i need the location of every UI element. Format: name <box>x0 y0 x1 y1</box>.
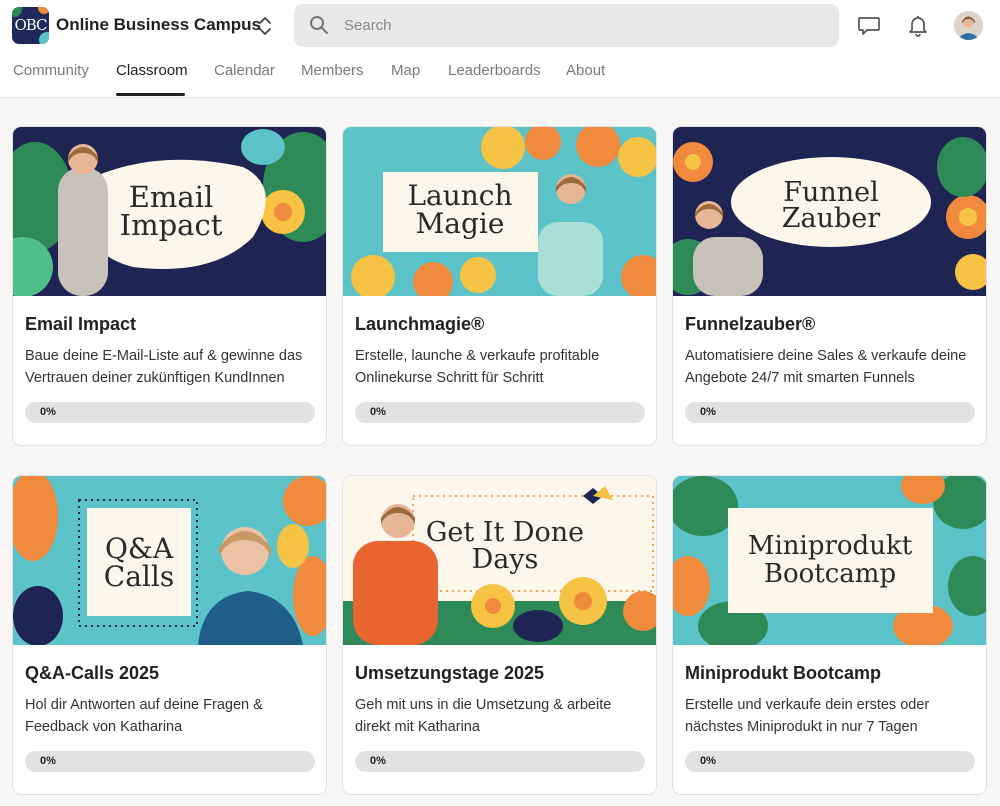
tab-about[interactable]: About <box>566 62 605 79</box>
banner-title-line2: Impact <box>120 208 223 242</box>
course-banner: Funnel Zauber <box>673 127 986 296</box>
bell-icon[interactable] <box>905 12 931 38</box>
banner-title-line1: Miniprodukt <box>748 531 913 561</box>
progress-label: 0% <box>40 406 56 418</box>
community-name[interactable]: Online Business Campus <box>56 15 261 35</box>
progress-label: 0% <box>700 755 716 767</box>
chevron-up-down-icon[interactable] <box>256 14 274 38</box>
search-icon <box>310 16 328 34</box>
tab-members[interactable]: Members <box>301 62 364 79</box>
course-description: Geh mit uns in die Umsetzung & arbeite d… <box>355 697 612 735</box>
avatar[interactable] <box>954 11 983 40</box>
progress-bar: 0% <box>25 751 315 772</box>
tab-map[interactable]: Map <box>391 62 420 79</box>
top-header: OBC Online Business Campus Community Cla… <box>0 0 1000 98</box>
chat-bubble-icon[interactable] <box>856 12 882 38</box>
course-description: Erstelle, launche & verkaufe profitable … <box>355 348 600 386</box>
course-card[interactable]: Q&A Calls Q&A-Calls 2025 Hol dir Antwort… <box>12 475 327 795</box>
tab-community[interactable]: Community <box>13 62 89 79</box>
course-description: Hol dir Antworten auf deine Fragen & Fee… <box>25 697 263 735</box>
progress-bar: 0% <box>25 402 315 423</box>
course-title: Umsetzungstage 2025 <box>355 663 545 683</box>
progress-bar: 0% <box>355 402 645 423</box>
progress-label: 0% <box>370 755 386 767</box>
course-banner: Miniprodukt Bootcamp <box>673 476 986 645</box>
course-title: Launchmagie® <box>355 314 485 334</box>
course-banner: Get It Done Days <box>343 476 656 645</box>
progress-label: 0% <box>40 755 56 767</box>
banner-title-line2: Days <box>472 544 539 575</box>
tab-calendar[interactable]: Calendar <box>214 62 275 79</box>
course-card[interactable]: Funnel Zauber Funnelzauber® Automatisier… <box>672 126 987 446</box>
progress-label: 0% <box>700 406 716 418</box>
course-banner: Email Impact <box>13 127 326 296</box>
course-description: Erstelle und verkaufe dein erstes oder n… <box>685 697 930 735</box>
tab-leaderboards[interactable]: Leaderboards <box>448 62 541 79</box>
course-banner: Launch Magie <box>343 127 656 296</box>
course-title: Email Impact <box>25 314 137 334</box>
progress-bar: 0% <box>355 751 645 772</box>
banner-title-line2: Bootcamp <box>764 559 896 589</box>
course-card[interactable]: Email Impact Email Impact Baue deine E-M… <box>12 126 327 446</box>
course-description: Baue deine E-Mail-Liste auf & gewinne da… <box>25 348 303 386</box>
banner-title-line2: Magie <box>416 207 505 240</box>
course-banner: Q&A Calls <box>13 476 326 645</box>
community-logo[interactable]: OBC <box>12 7 49 44</box>
active-tab-indicator <box>116 93 185 96</box>
progress-bar: 0% <box>685 402 975 423</box>
course-card[interactable]: Launch Magie Launchmagie® Erstelle, laun… <box>342 126 657 446</box>
course-title: Funnelzauber® <box>685 314 816 334</box>
progress-label: 0% <box>370 406 386 418</box>
search-input[interactable] <box>344 14 814 36</box>
course-title: Q&A-Calls 2025 <box>25 663 160 683</box>
banner-title-line2: Zauber <box>782 203 881 234</box>
progress-bar: 0% <box>685 751 975 772</box>
logo-text: OBC <box>14 16 47 34</box>
tab-classroom[interactable]: Classroom <box>116 62 188 79</box>
course-card[interactable]: Get It Done Days Umsetzungstage 2025 Geh… <box>342 475 657 795</box>
search-bar[interactable] <box>294 4 839 47</box>
course-description: Automatisiere deine Sales & verkaufe dei… <box>685 348 967 386</box>
banner-title-line2: Calls <box>104 560 174 593</box>
course-card[interactable]: Miniprodukt Bootcamp Miniprodukt Bootcam… <box>672 475 987 795</box>
course-title: Miniprodukt Bootcamp <box>685 663 881 683</box>
